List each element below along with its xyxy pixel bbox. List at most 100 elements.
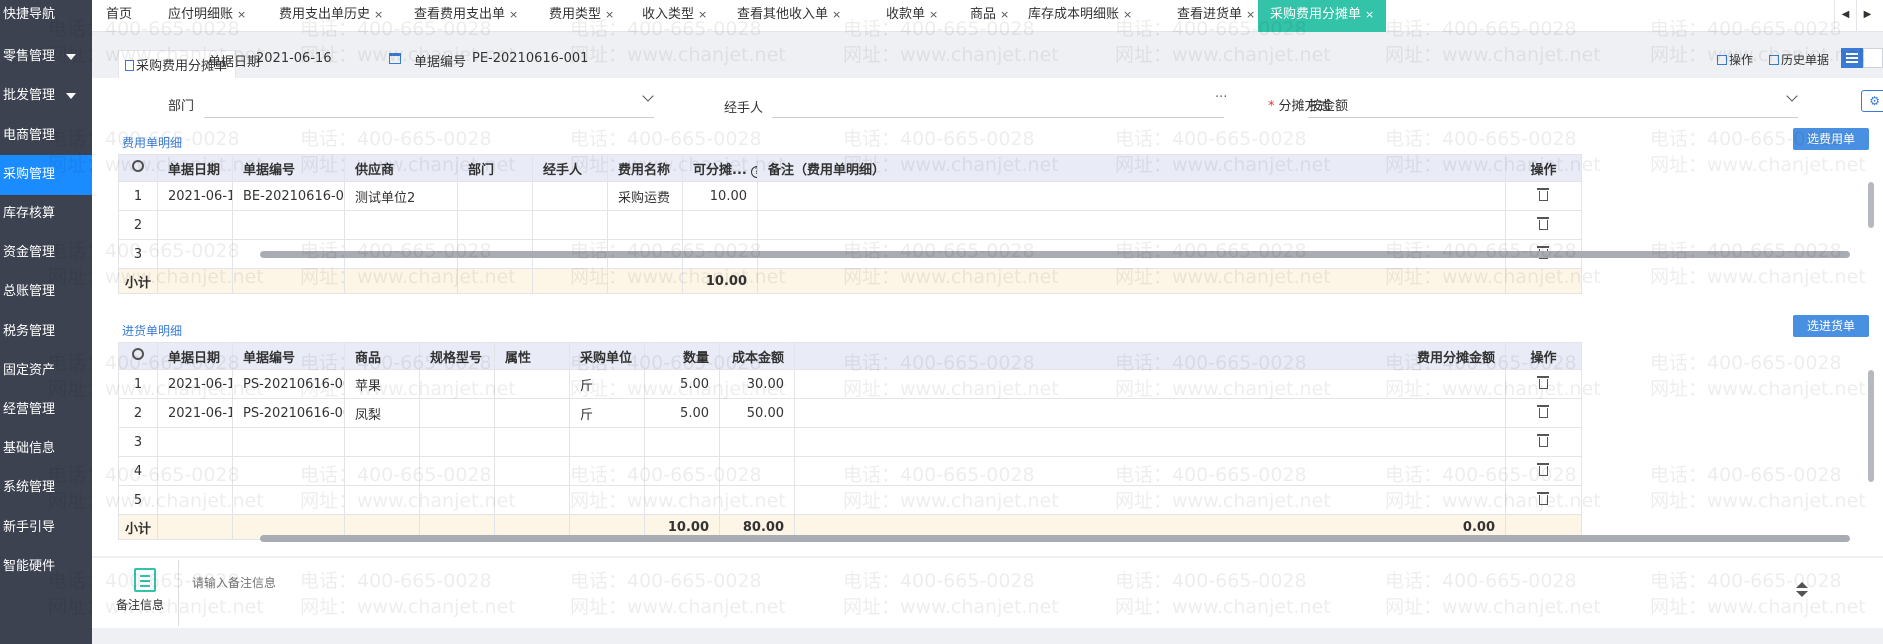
table-cell-qty[interactable] bbox=[644, 485, 720, 515]
tab-prev-icon[interactable]: ◀ bbox=[1834, 0, 1856, 32]
table-cell-name[interactable] bbox=[607, 210, 683, 240]
table-row[interactable]: 2 bbox=[118, 210, 1582, 240]
sidebar-item[interactable]: 零售管理 bbox=[0, 37, 92, 77]
table-cell-alloc[interactable] bbox=[794, 398, 1506, 428]
sidebar-item[interactable]: 基础信息 bbox=[0, 429, 92, 469]
table-cell-remark[interactable] bbox=[757, 181, 1506, 211]
handler-more-icon[interactable]: ··· bbox=[1215, 90, 1227, 105]
close-icon[interactable]: × bbox=[509, 8, 518, 21]
table-cell-unit[interactable]: 斤 bbox=[569, 369, 645, 399]
close-icon[interactable]: × bbox=[1246, 8, 1255, 21]
history-button[interactable]: 历史单据 bbox=[1769, 51, 1829, 68]
table-cell-qty[interactable] bbox=[644, 456, 720, 486]
trash-icon[interactable] bbox=[1537, 492, 1549, 505]
list-view-icon[interactable] bbox=[1841, 48, 1863, 68]
table-cell-qty[interactable] bbox=[644, 427, 720, 457]
table-cell-spec[interactable] bbox=[419, 398, 495, 428]
table-cell-date[interactable]: 2021-06-16 bbox=[157, 369, 233, 399]
table-cell-qty[interactable]: 5.00 bbox=[644, 369, 720, 399]
tab-item[interactable]: 收入类型 × bbox=[642, 0, 707, 32]
sidebar-item[interactable]: 新手引导 bbox=[0, 508, 92, 548]
tab-item[interactable]: 库存成本明细账 × bbox=[1028, 0, 1132, 32]
close-icon[interactable]: × bbox=[374, 8, 383, 21]
table-cell-alloc[interactable] bbox=[794, 485, 1506, 515]
table-cell-unit[interactable] bbox=[569, 485, 645, 515]
handler-input[interactable] bbox=[772, 117, 1224, 118]
table-cell-code[interactable]: PS-20210616-002 bbox=[232, 369, 345, 399]
close-icon[interactable]: × bbox=[1000, 8, 1009, 21]
table-row[interactable]: 12021-06-16BE-20210616-005测试单位2 采购运费10.00 bbox=[118, 181, 1582, 211]
table-cell-goods[interactable] bbox=[344, 427, 420, 457]
sidebar-item[interactable]: 税务管理 bbox=[0, 312, 92, 352]
sidebar-item[interactable]: 智能硬件 bbox=[0, 547, 92, 587]
select-purchase-button[interactable]: 选进货单 bbox=[1793, 315, 1869, 337]
purchase-vscrollbar[interactable] bbox=[1868, 370, 1874, 482]
table-cell-unit[interactable]: 斤 bbox=[569, 398, 645, 428]
tab-item[interactable]: 查看进货单 × bbox=[1177, 0, 1255, 32]
gear-icon[interactable] bbox=[132, 160, 144, 172]
sidebar-item[interactable]: 固定资产 bbox=[0, 351, 92, 391]
tab-item[interactable]: 商品 × bbox=[970, 0, 1009, 32]
table-cell-dept[interactable] bbox=[457, 210, 533, 240]
close-icon[interactable]: × bbox=[1365, 8, 1374, 21]
close-icon[interactable]: × bbox=[1123, 8, 1132, 21]
tab-item[interactable]: 采购费用分摊单 × bbox=[1258, 0, 1387, 32]
table-row[interactable]: 4 bbox=[118, 456, 1582, 486]
tab-item[interactable]: 应付明细账 × bbox=[168, 0, 246, 32]
sidebar-item[interactable]: 快捷导航 bbox=[0, 0, 92, 35]
expense-hscrollbar[interactable] bbox=[260, 251, 1850, 258]
remark-input[interactable] bbox=[192, 570, 1792, 596]
table-cell-code[interactable]: BE-20210616-005 bbox=[232, 181, 345, 211]
trash-icon[interactable] bbox=[1537, 376, 1549, 389]
table-cell-goods[interactable] bbox=[344, 485, 420, 515]
table-cell-unit[interactable] bbox=[569, 427, 645, 457]
table-cell-alloc[interactable] bbox=[794, 456, 1506, 486]
table-cell-cost[interactable] bbox=[719, 456, 795, 486]
calendar-icon[interactable] bbox=[389, 53, 401, 64]
close-icon[interactable]: × bbox=[237, 8, 246, 21]
trash-icon[interactable] bbox=[1537, 405, 1549, 418]
operate-button[interactable]: 操作 bbox=[1717, 51, 1753, 68]
tab-item[interactable]: 查看其他收入单 × bbox=[737, 0, 841, 32]
table-cell-handler[interactable] bbox=[532, 181, 608, 211]
table-cell-date[interactable]: 2021-06-16 bbox=[157, 398, 233, 428]
table-row[interactable]: 12021-06-16PS-20210616-002苹果 斤5.0030.00 bbox=[118, 369, 1582, 399]
table-row[interactable]: 5 bbox=[118, 485, 1582, 515]
table-cell-alloc[interactable] bbox=[794, 427, 1506, 457]
table-cell-cost[interactable] bbox=[719, 427, 795, 457]
table-row[interactable]: 3 bbox=[118, 427, 1582, 457]
sidebar-item[interactable]: 经营管理 bbox=[0, 390, 92, 430]
alloc-chevron-down-icon[interactable] bbox=[1786, 90, 1798, 102]
table-cell-attr[interactable] bbox=[494, 369, 570, 399]
table-cell-date[interactable] bbox=[157, 485, 233, 515]
date-value[interactable]: 2021-06-16 bbox=[256, 51, 332, 66]
tab-item[interactable]: 收款单 × bbox=[886, 0, 938, 32]
table-cell-goods[interactable] bbox=[344, 456, 420, 486]
table-cell-spec[interactable] bbox=[419, 485, 495, 515]
table-cell-handler[interactable] bbox=[532, 210, 608, 240]
table-cell-attr[interactable] bbox=[494, 427, 570, 457]
tab-item[interactable]: 查看费用支出单 × bbox=[414, 0, 518, 32]
table-cell-cost[interactable]: 50.00 bbox=[719, 398, 795, 428]
dept-input[interactable] bbox=[204, 117, 654, 118]
table-cell-spec[interactable] bbox=[419, 456, 495, 486]
tab-item[interactable]: 首页 bbox=[106, 0, 132, 32]
table-cell-date[interactable] bbox=[157, 427, 233, 457]
settings-button[interactable]: ⚙ 设置 bbox=[1861, 90, 1883, 112]
sidebar-item[interactable]: 系统管理 bbox=[0, 468, 92, 508]
trash-icon[interactable] bbox=[1537, 463, 1549, 476]
close-icon[interactable]: × bbox=[832, 8, 841, 21]
gear-icon[interactable] bbox=[132, 348, 144, 360]
close-icon[interactable]: × bbox=[605, 8, 614, 21]
close-icon[interactable]: × bbox=[698, 8, 707, 21]
select-expense-button[interactable]: 选费用单 bbox=[1793, 128, 1869, 150]
table-cell-date[interactable]: 2021-06-16 bbox=[157, 181, 233, 211]
table-cell-remark[interactable] bbox=[757, 210, 1506, 240]
table-cell-goods[interactable]: 苹果 bbox=[344, 369, 420, 399]
alloc-value[interactable]: 按金额 bbox=[1309, 95, 1348, 114]
sidebar-item[interactable]: 库存核算 bbox=[0, 194, 92, 234]
table-cell-spec[interactable] bbox=[419, 427, 495, 457]
number-value[interactable]: PE-20210616-001 bbox=[472, 51, 588, 66]
table-cell-supplier[interactable]: 测试单位2 bbox=[344, 181, 458, 211]
expense-vscrollbar[interactable] bbox=[1868, 182, 1874, 228]
